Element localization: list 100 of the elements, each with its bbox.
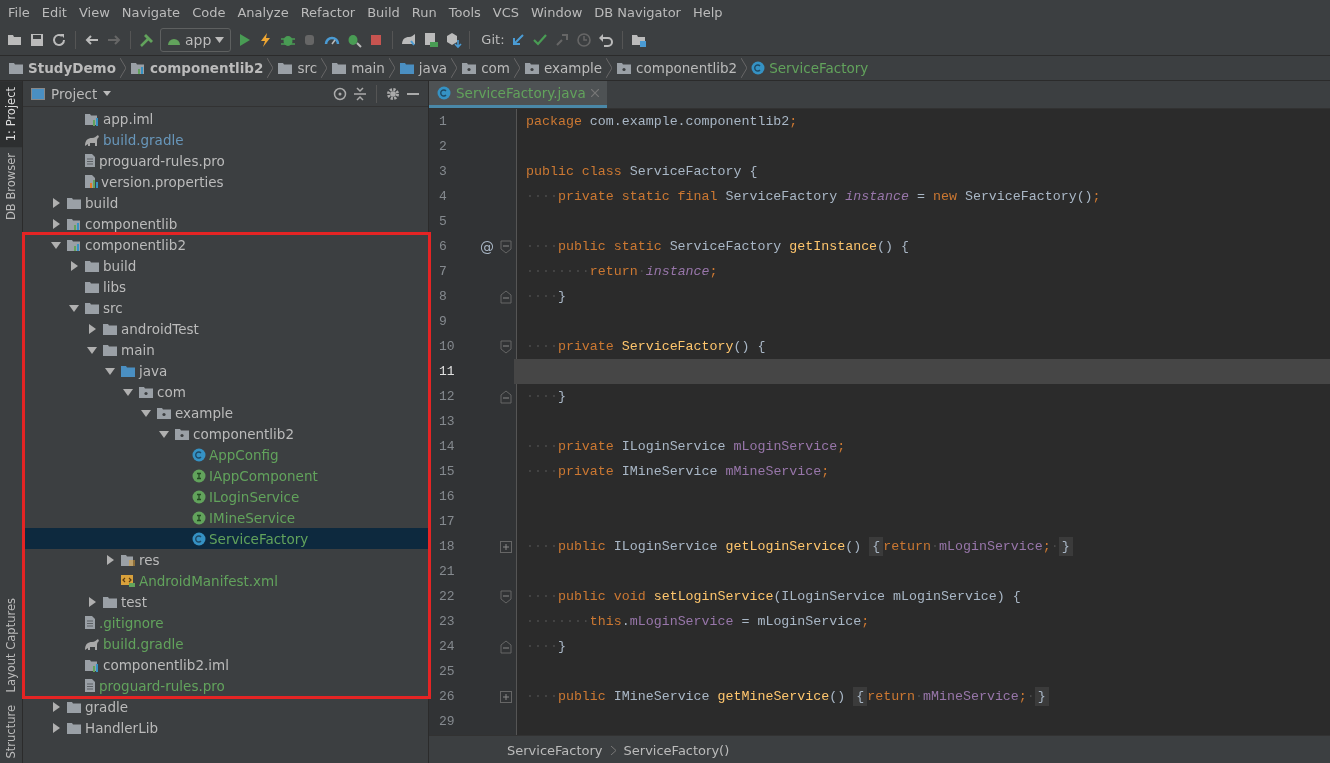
menu-item[interactable]: VCS bbox=[486, 4, 526, 20]
menu-item[interactable]: Navigate bbox=[115, 4, 187, 20]
menu-item[interactable]: Analyze bbox=[231, 4, 295, 20]
menu-item[interactable]: Tools bbox=[442, 4, 487, 20]
run-configuration-dropdown[interactable]: app bbox=[160, 27, 232, 52]
device-icon[interactable] bbox=[422, 30, 441, 49]
menu-item[interactable]: Window bbox=[525, 4, 589, 20]
caret-icon[interactable] bbox=[141, 407, 151, 418]
tree-item[interactable]: gradle bbox=[23, 696, 428, 717]
breadcrumb-item[interactable]: componentlib2 bbox=[616, 60, 742, 76]
tree-item[interactable]: proguard-rules.pro bbox=[23, 150, 428, 171]
tree-item[interactable]: componentlib2.iml bbox=[23, 654, 428, 675]
crosshair-icon[interactable] bbox=[333, 86, 347, 101]
tree-item[interactable]: com bbox=[23, 381, 428, 402]
tree-item[interactable]: version.properties bbox=[23, 171, 428, 192]
tree-item[interactable]: build.gradle bbox=[23, 129, 428, 150]
expand-marker-icon[interactable] bbox=[499, 540, 512, 553]
tree-item[interactable]: AppConfig bbox=[23, 444, 428, 465]
caret-icon[interactable] bbox=[51, 218, 61, 229]
folder-icon bbox=[84, 258, 100, 273]
menu-item[interactable]: View bbox=[72, 4, 116, 20]
breadcrumb-item[interactable]: componentlib2 bbox=[129, 60, 268, 76]
caret-icon[interactable] bbox=[105, 365, 115, 376]
fold-marker-icon[interactable] bbox=[499, 639, 512, 654]
chevron-icon bbox=[388, 58, 395, 78]
caret-icon[interactable] bbox=[123, 386, 133, 397]
tree-item[interactable]: res bbox=[23, 549, 428, 570]
project-view-dropdown[interactable]: Project bbox=[31, 85, 112, 102]
menu-item[interactable]: Build bbox=[361, 4, 406, 20]
tree-item[interactable]: componentlib bbox=[23, 213, 428, 234]
fold-marker-icon[interactable] bbox=[499, 239, 512, 254]
breadcrumb-item[interactable]: src bbox=[277, 60, 322, 76]
tree-item[interactable]: AndroidManifest.xml bbox=[23, 570, 428, 591]
caret-icon[interactable] bbox=[51, 239, 61, 250]
caret-icon[interactable] bbox=[87, 323, 97, 334]
caret-icon[interactable] bbox=[51, 197, 61, 208]
caret-icon[interactable] bbox=[51, 701, 61, 712]
line-number: 2 bbox=[438, 138, 448, 156]
tree-item[interactable]: ServiceFactory bbox=[23, 528, 428, 549]
tree-item[interactable]: componentlib2 bbox=[23, 234, 428, 255]
breadcrumb-item[interactable]: ServiceFactory bbox=[751, 60, 873, 76]
tree-item[interactable]: build.gradle bbox=[23, 633, 428, 654]
tree-item[interactable]: example bbox=[23, 402, 428, 423]
breadcrumb-item[interactable]: ServiceFactory bbox=[507, 742, 603, 758]
breadcrumb-item[interactable]: example bbox=[524, 60, 607, 76]
tree-item[interactable]: app.iml bbox=[23, 108, 428, 129]
tree-item[interactable]: main bbox=[23, 339, 428, 360]
code-editor[interactable] bbox=[429, 109, 1330, 735]
tree-item[interactable]: .gitignore bbox=[23, 612, 428, 633]
tree-item[interactable]: build bbox=[23, 255, 428, 276]
tree-item[interactable]: test bbox=[23, 591, 428, 612]
tree-item[interactable]: IMineService bbox=[23, 507, 428, 528]
breadcrumb-item[interactable]: ServiceFactory() bbox=[623, 742, 730, 758]
caret-icon[interactable] bbox=[105, 554, 115, 565]
breadcrumb-item[interactable]: StudyDemo bbox=[8, 60, 120, 76]
code-line: ····public IMineService getMineService() { return·mMineService;· } bbox=[514, 684, 1330, 709]
tree-item[interactable]: androidTest bbox=[23, 318, 428, 339]
line-number: 22 bbox=[438, 588, 456, 606]
fold-marker-icon[interactable] bbox=[499, 389, 512, 404]
caret-icon[interactable] bbox=[87, 344, 97, 355]
line-number: 9 bbox=[438, 313, 448, 331]
tool-window-tab[interactable]: 1: Project bbox=[0, 81, 22, 148]
folder-icon bbox=[120, 363, 136, 378]
override-marker[interactable]: @ bbox=[480, 238, 494, 255]
caret-icon[interactable] bbox=[69, 260, 79, 271]
fold-marker-icon[interactable] bbox=[499, 339, 512, 354]
menu-item[interactable]: File bbox=[2, 4, 36, 20]
tool-window-tab[interactable]: Structure bbox=[0, 698, 22, 763]
menu-item[interactable]: DB Navigator bbox=[588, 4, 687, 20]
caret-icon[interactable] bbox=[87, 596, 97, 607]
tree-item[interactable]: IAppComponent bbox=[23, 465, 428, 486]
tree-item[interactable]: proguard-rules.pro bbox=[23, 675, 428, 696]
menu-item[interactable]: Code bbox=[186, 4, 232, 20]
tool-window-tab[interactable]: DB Browser bbox=[0, 147, 22, 227]
tree-item[interactable]: ILoginService bbox=[23, 486, 428, 507]
tree-item[interactable]: HandlerLib bbox=[23, 717, 428, 738]
tree-item[interactable]: build bbox=[23, 192, 428, 213]
tool-window-tab[interactable]: Layout Captures bbox=[0, 592, 22, 699]
caret-icon[interactable] bbox=[159, 428, 169, 439]
caret-icon[interactable] bbox=[51, 722, 61, 733]
cube-download-icon[interactable] bbox=[444, 30, 463, 49]
tree-item[interactable]: libs bbox=[23, 276, 428, 297]
fold-marker-icon[interactable] bbox=[499, 589, 512, 604]
collapse-all-icon[interactable] bbox=[353, 86, 367, 101]
settings-icon[interactable] bbox=[386, 86, 400, 101]
tree-item[interactable]: java bbox=[23, 360, 428, 381]
menu-item[interactable]: Refactor bbox=[294, 4, 362, 20]
package-folder-icon bbox=[616, 61, 633, 75]
breadcrumb-item[interactable]: com bbox=[461, 60, 514, 76]
menu-item[interactable]: Run bbox=[405, 4, 443, 20]
breadcrumb-item[interactable]: java bbox=[398, 60, 452, 76]
menu-item[interactable]: Edit bbox=[35, 4, 73, 20]
menu-item[interactable]: Help bbox=[686, 4, 729, 20]
expand-marker-icon[interactable] bbox=[499, 690, 512, 703]
tree-item[interactable]: componentlib2 bbox=[23, 423, 428, 444]
breadcrumb-item[interactable]: main bbox=[331, 60, 389, 76]
code-line: ····private ServiceFactory() { bbox=[525, 338, 767, 356]
fold-marker-icon[interactable] bbox=[499, 289, 512, 304]
caret-icon[interactable] bbox=[69, 302, 79, 313]
tree-item[interactable]: src bbox=[23, 297, 428, 318]
